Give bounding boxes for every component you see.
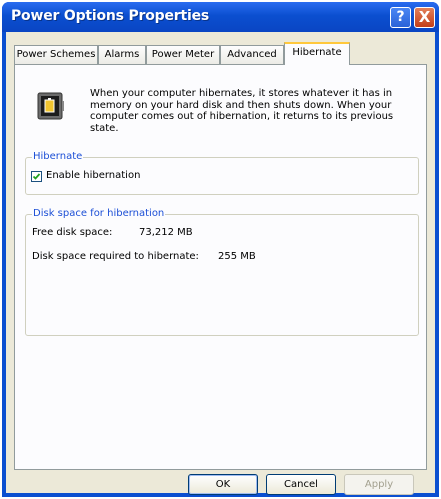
tab-hibernate[interactable]: Hibernate: [284, 42, 350, 65]
enable-hibernation-checkbox[interactable]: [31, 171, 42, 182]
dialog-body: Power Schemes Alarms Power Meter Advance…: [6, 32, 435, 495]
required-disk-space-label: Disk space required to hibernate:: [32, 251, 199, 262]
apply-button[interactable]: Apply: [344, 474, 414, 495]
close-button[interactable]: X: [414, 7, 435, 28]
hibernate-description: When your computer hibernates, it stores…: [90, 88, 394, 134]
hibernate-tab-panel: When your computer hibernates, it stores…: [14, 64, 427, 470]
ok-button[interactable]: OK: [188, 474, 258, 495]
help-button[interactable]: ?: [390, 7, 411, 28]
tab-power-meter[interactable]: Power Meter: [146, 45, 220, 64]
battery-monitor-icon: [37, 92, 64, 120]
tab-alarms[interactable]: Alarms: [98, 45, 146, 64]
tab-power-schemes[interactable]: Power Schemes: [14, 45, 98, 64]
title-bar[interactable]: Power Options Properties ? X: [2, 2, 439, 32]
required-disk-space-value: 255 MB: [218, 251, 256, 262]
power-options-window: Power Options Properties ? X Power Schem…: [2, 2, 439, 497]
free-disk-space-label: Free disk space:: [32, 227, 113, 238]
hibernate-group-title: Hibernate: [32, 151, 84, 162]
enable-hibernation-label[interactable]: Enable hibernation: [46, 170, 140, 181]
free-disk-space-value: 73,212 MB: [139, 227, 193, 238]
disk-space-group-title: Disk space for hibernation: [32, 208, 166, 219]
tab-advanced[interactable]: Advanced: [220, 45, 284, 64]
window-title: Power Options Properties: [11, 8, 210, 24]
check-icon: [32, 173, 41, 180]
tab-strip: Power Schemes Alarms Power Meter Advance…: [14, 42, 434, 65]
cancel-button[interactable]: Cancel: [266, 474, 336, 495]
